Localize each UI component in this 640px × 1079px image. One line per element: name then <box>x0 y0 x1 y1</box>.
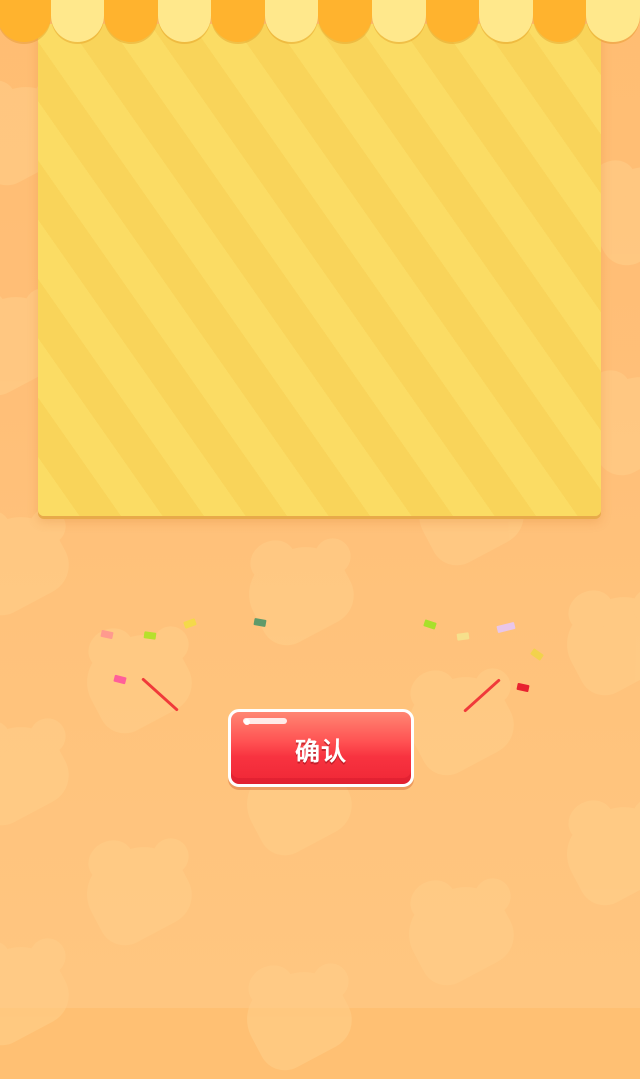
confirm-button[interactable]: 确认 <box>228 709 414 787</box>
button-shine-dot <box>244 719 250 725</box>
cookie-icon <box>235 531 365 655</box>
awning-top <box>0 0 640 44</box>
cookie-icon <box>73 831 203 955</box>
cookie-icon <box>553 581 640 705</box>
confirm-button-label: 确认 <box>294 737 347 766</box>
awning-scallop <box>532 0 587 42</box>
awning-scallop <box>479 0 533 42</box>
cookie-icon <box>0 931 80 1055</box>
confetti-icon <box>143 631 157 640</box>
reward-panel <box>38 24 601 516</box>
awning-scallop <box>264 0 319 42</box>
cookie-icon <box>233 956 363 1079</box>
cookie-icon <box>395 661 525 785</box>
awning-scallop <box>318 0 373 42</box>
awning-scallop <box>586 0 640 42</box>
awning-scallop <box>425 0 480 42</box>
awning-scallop <box>50 0 105 42</box>
awning-scallop <box>157 0 212 42</box>
cookie-icon <box>0 501 80 625</box>
awning-scallop <box>104 0 158 42</box>
awning-scallop <box>0 0 51 42</box>
cookie-icon <box>73 619 203 743</box>
awning-scallop <box>372 0 426 42</box>
cookie-icon <box>0 711 80 835</box>
cookie-icon <box>553 791 640 915</box>
cookie-icon <box>395 871 525 995</box>
awning-scallop <box>211 0 265 42</box>
